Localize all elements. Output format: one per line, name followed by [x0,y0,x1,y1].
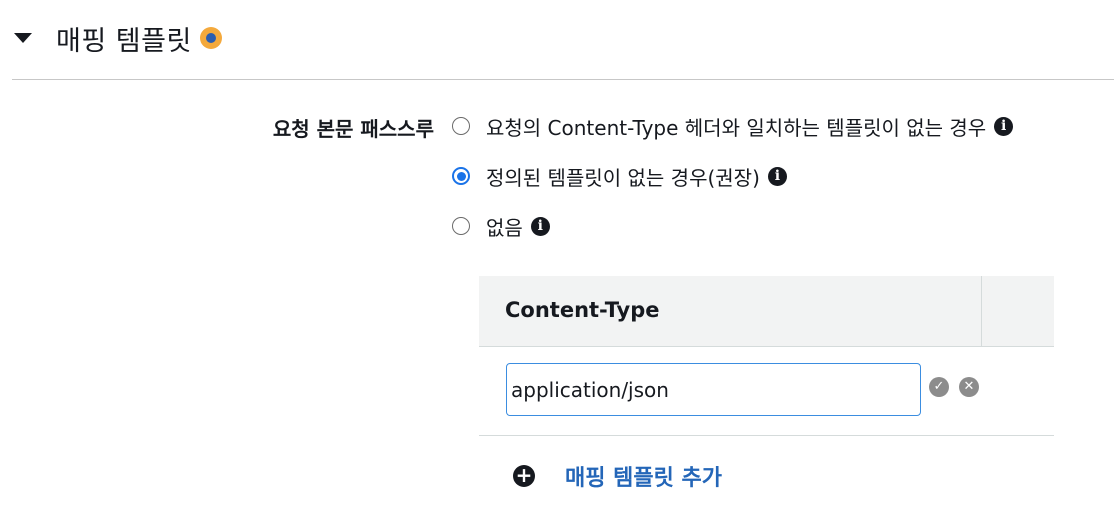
radio-option-no-match[interactable]: 요청의 Content-Type 헤더와 일치하는 템플릿이 없는 경우 i [452,111,1014,141]
table-row: ✓ ✕ [479,347,1054,436]
caret-down-icon[interactable] [14,33,32,43]
column-divider [981,276,982,346]
radio-button[interactable] [452,217,470,235]
section-title: 매핑 템플릿 [56,25,192,57]
plus-icon[interactable]: + [513,465,535,487]
status-indicator-icon [199,27,222,49]
table-header: Content-Type [479,276,1054,347]
add-mapping-template-row[interactable]: + 매핑 템플릿 추가 [513,460,722,492]
radio-button-selected[interactable] [452,167,470,185]
info-icon[interactable]: i [994,116,1014,136]
passthrough-label: 요청 본문 패스스루 [272,117,434,141]
radio-option-label[interactable]: 요청의 Content-Type 헤더와 일치하는 템플릿이 없는 경우 [486,112,986,141]
section-header[interactable]: 매핑 템플릿 [12,18,222,58]
content-type-input[interactable] [506,363,921,416]
add-mapping-template-link[interactable]: 매핑 템플릿 추가 [565,460,722,492]
content-type-table: Content-Type ✓ ✕ [479,276,1054,436]
section-divider [12,79,1114,80]
radio-button[interactable] [452,117,470,135]
radio-option-no-templates[interactable]: 정의된 템플릿이 없는 경우(권장) i [452,161,787,191]
radio-option-label[interactable]: 정의된 템플릿이 없는 경우(권장) [486,162,760,191]
radio-option-label[interactable]: 없음 [486,212,523,241]
info-icon[interactable]: i [767,166,787,186]
column-header-content-type: Content-Type [505,298,660,322]
info-icon[interactable]: i [530,216,550,236]
cancel-x-icon[interactable]: ✕ [959,377,979,397]
confirm-check-icon[interactable]: ✓ [929,377,949,397]
radio-option-never[interactable]: 없음 i [452,211,550,241]
